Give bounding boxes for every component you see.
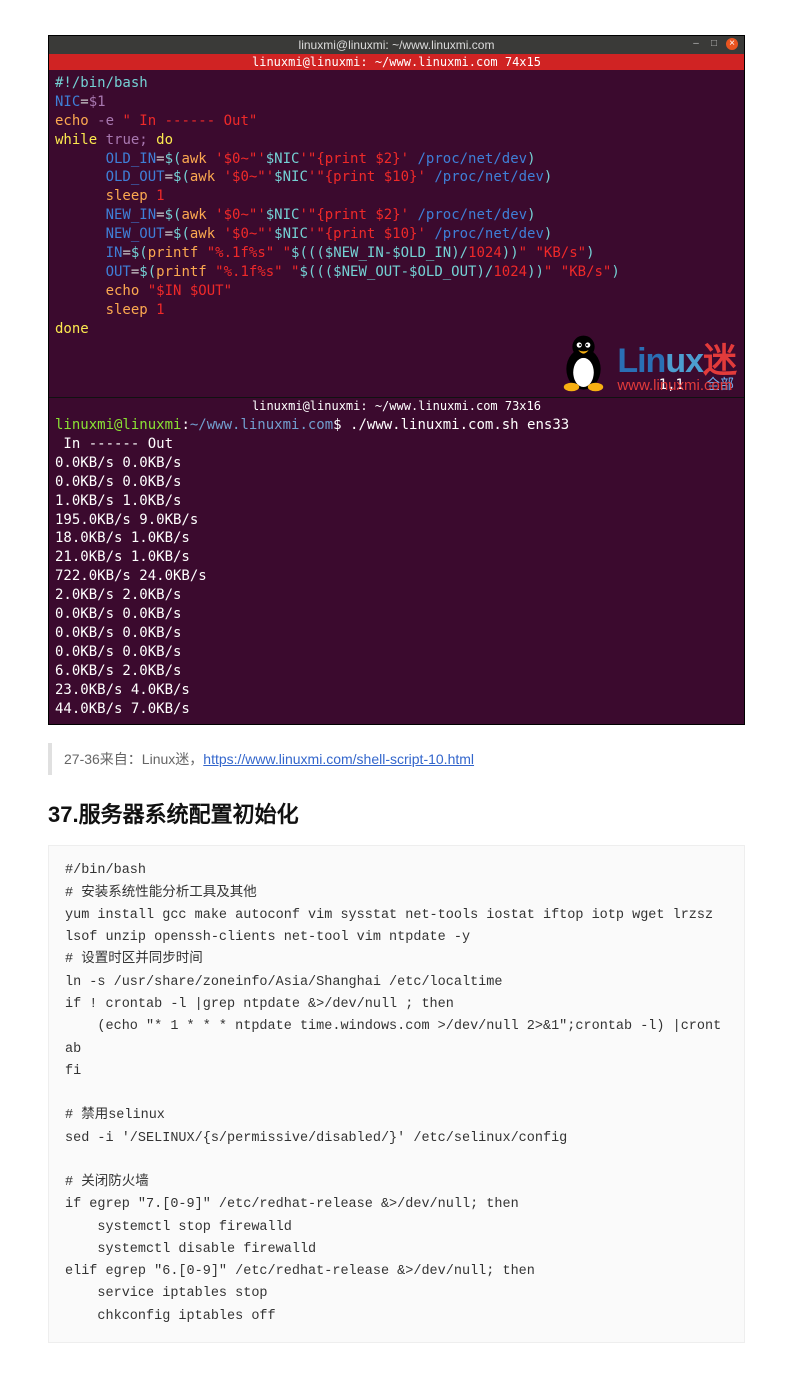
scroll-all-label: 全部 <box>706 376 734 395</box>
prompt-path: ~/www.linuxmi.com <box>190 417 333 433</box>
terminal-window: linuxmi@linuxmi: ~/www.linuxmi.com – □ ×… <box>48 35 745 725</box>
terminal-tab-lower[interactable]: linuxmi@linuxmi: ~/www.linuxmi.com 73x16 <box>49 397 744 414</box>
output-row: 1.0KB/s 1.0KB/s <box>55 493 181 509</box>
script-editor-pane: #!/bin/bash NIC=$1 echo -e " In ------ O… <box>49 70 744 397</box>
window-controls: – □ × <box>690 38 738 50</box>
output-row: 44.0KB/s 7.0KB/s <box>55 701 190 717</box>
window-title-text: linuxmi@linuxmi: ~/www.linuxmi.com <box>299 38 495 52</box>
source-link[interactable]: https://www.linuxmi.com/shell-script-10.… <box>203 751 474 767</box>
close-icon[interactable]: × <box>726 38 738 50</box>
output-row: 21.0KB/s 1.0KB/s <box>55 549 190 565</box>
minimize-icon[interactable]: – <box>690 38 702 50</box>
output-row: 0.0KB/s 0.0KB/s <box>55 474 181 490</box>
source-quote: 27-36来自：Linux迷，https://www.linuxmi.com/s… <box>48 743 745 775</box>
tux-penguin-icon <box>556 333 611 393</box>
output-row: 23.0KB/s 4.0KB/s <box>55 682 190 698</box>
section-heading: 37.服务器系统配置初始化 <box>48 797 745 829</box>
maximize-icon[interactable]: □ <box>708 38 720 50</box>
terminal-tab-upper[interactable]: linuxmi@linuxmi: ~/www.linuxmi.com 74x15 <box>49 54 744 70</box>
prompt-user: linuxmi@linuxmi <box>55 417 181 433</box>
output-header: In ------ Out <box>55 436 173 452</box>
output-row: 6.0KB/s 2.0KB/s <box>55 663 181 679</box>
terminal-titlebar: linuxmi@linuxmi: ~/www.linuxmi.com – □ × <box>49 36 744 54</box>
output-row: 722.0KB/s 24.0KB/s <box>55 568 207 584</box>
output-row: 0.0KB/s 0.0KB/s <box>55 625 181 641</box>
cursor-position: 1,1 <box>659 376 684 395</box>
output-row: 2.0KB/s 2.0KB/s <box>55 587 181 603</box>
output-row: 18.0KB/s 1.0KB/s <box>55 530 190 546</box>
code-block: #/bin/bash # 安装系统性能分析工具及其他 yum install g… <box>48 845 745 1343</box>
watermark-logo-text: Linux迷 <box>617 344 736 378</box>
output-row: 195.0KB/s 9.0KB/s <box>55 512 198 528</box>
output-row: 0.0KB/s 0.0KB/s <box>55 455 181 471</box>
terminal-output-pane: linuxmi@linuxmi:~/www.linuxmi.com$ ./www… <box>49 414 744 724</box>
output-row: 0.0KB/s 0.0KB/s <box>55 644 181 660</box>
output-row: 0.0KB/s 0.0KB/s <box>55 606 181 622</box>
prompt-command: ./www.linuxmi.com.sh ens33 <box>350 417 569 433</box>
quote-prefix: 27-36来自：Linux迷， <box>64 751 203 767</box>
